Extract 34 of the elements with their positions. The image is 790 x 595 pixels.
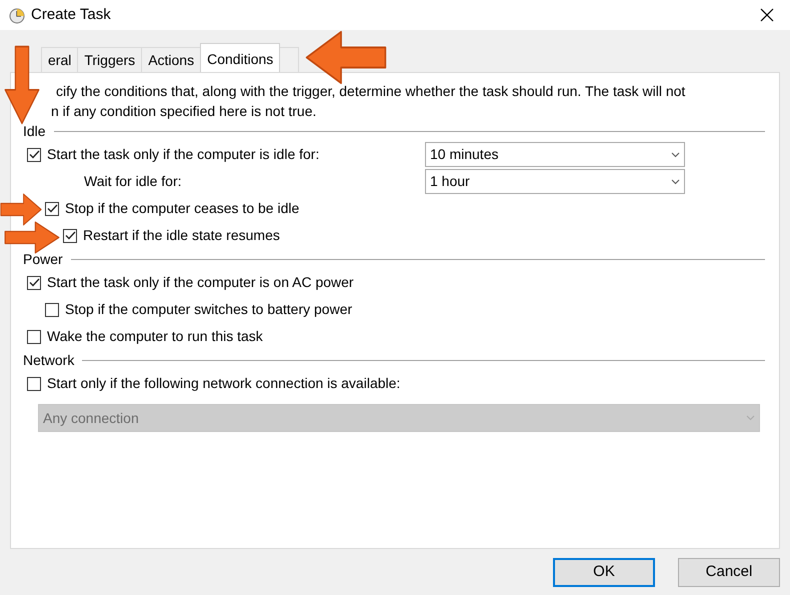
checkbox[interactable]: [27, 148, 41, 162]
description-text: cify the conditions that, along with the trigger, determine whether the task should run. The task will not: [55, 82, 686, 101]
checkbox[interactable]: [45, 202, 59, 216]
ok-button[interactable]: OK: [553, 558, 655, 587]
dropdown[interactable]: 10 minutes: [425, 142, 685, 167]
checkbox[interactable]: [27, 376, 41, 390]
description-text: n if any condition specified here is not true.: [50, 102, 318, 121]
checkbox-label: Start the task only if the computer is idle for:: [47, 145, 320, 164]
section-heading: Idle: [23, 122, 46, 140]
dropdown[interactable]: 1 hour: [425, 169, 685, 194]
caret-icon: [671, 152, 680, 158]
field-label: Wait for idle for:: [84, 172, 182, 191]
checkbox-label: Start only if the following network connection is available:: [47, 374, 400, 393]
checkbox[interactable]: [63, 228, 77, 242]
clock-icon: [9, 8, 25, 24]
checkbox-label: Wake the computer to run this task: [47, 327, 263, 346]
cancel-button[interactable]: Cancel: [678, 558, 780, 587]
tab[interactable]: eral: [41, 47, 78, 72]
tab[interactable]: Conditions: [200, 43, 280, 72]
checkbox-label: Start the task only if the computer is on AC power: [47, 273, 354, 292]
checkbox[interactable]: [27, 276, 41, 290]
caret-icon: [746, 415, 755, 421]
checkbox-label: Stop if the computer ceases to be idle: [65, 199, 300, 218]
checkbox-label: Restart if the idle state resumes: [83, 226, 280, 245]
pointer-arrow: [0, 193, 42, 226]
caret-icon: [671, 178, 680, 184]
section-heading: Network: [23, 350, 74, 370]
close-icon: [760, 8, 774, 22]
window-title: Create Task: [31, 4, 111, 25]
section-heading: Power: [23, 250, 63, 268]
checkbox[interactable]: [27, 330, 41, 344]
checkbox-label: Stop if the computer switches to battery power: [65, 300, 352, 319]
checkbox[interactable]: [45, 302, 59, 316]
pointer-arrow: [4, 221, 60, 254]
